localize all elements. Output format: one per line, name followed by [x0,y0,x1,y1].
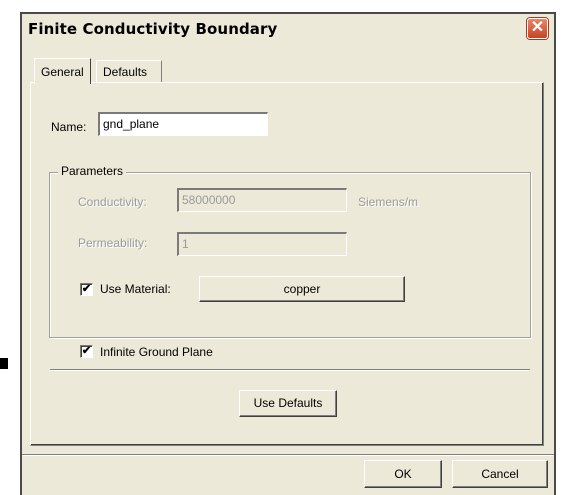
use-material-checkbox[interactable]: ✔ [80,283,93,296]
check-icon: ✔ [81,345,92,357]
ok-label: OK [394,467,412,481]
dialog-title: Finite Conductivity Boundary [28,20,278,38]
name-input[interactable]: gnd_plane [98,112,268,136]
use-defaults-button[interactable]: Use Defaults [239,390,337,417]
close-button[interactable]: ✕ [527,18,548,39]
ok-button[interactable]: OK [364,460,442,488]
title-bar: Finite Conductivity Boundary ✕ [22,14,554,44]
infinite-ground-checkbox[interactable]: ✔ [80,345,93,358]
permeability-input[interactable]: 1 [177,232,347,256]
parameters-legend: Parameters [58,164,127,178]
separator [50,369,530,371]
cancel-label: Cancel [481,467,519,481]
tab-general[interactable]: General [34,58,91,84]
name-label: Name: [51,120,87,134]
material-button-label: copper [283,282,321,296]
conductivity-unit: Siemens/m [358,195,419,209]
tab-defaults[interactable]: Defaults [96,60,162,82]
conductivity-input-value: 58000000 [182,193,236,207]
close-icon: ✕ [530,19,545,36]
cancel-button[interactable]: Cancel [452,460,548,488]
use-material-label: Use Material: [100,282,171,296]
conductivity-input[interactable]: 58000000 [177,188,347,212]
use-defaults-label: Use Defaults [253,396,323,410]
conductivity-label: Conductivity: [78,195,147,209]
permeability-input-value: 1 [182,237,189,251]
tab-general-label: General [41,65,84,79]
check-icon: ✔ [81,283,92,295]
name-input-value: gnd_plane [103,117,160,131]
tab-defaults-label: Defaults [103,65,148,79]
footer-separator [22,454,554,456]
stray-mark [0,358,8,369]
dialog-window: Finite Conductivity Boundary ✕ General D… [20,12,556,495]
infinite-ground-label: Infinite Ground Plane [100,345,213,359]
material-button[interactable]: copper [199,276,405,302]
permeability-label: Permeability: [78,236,148,250]
